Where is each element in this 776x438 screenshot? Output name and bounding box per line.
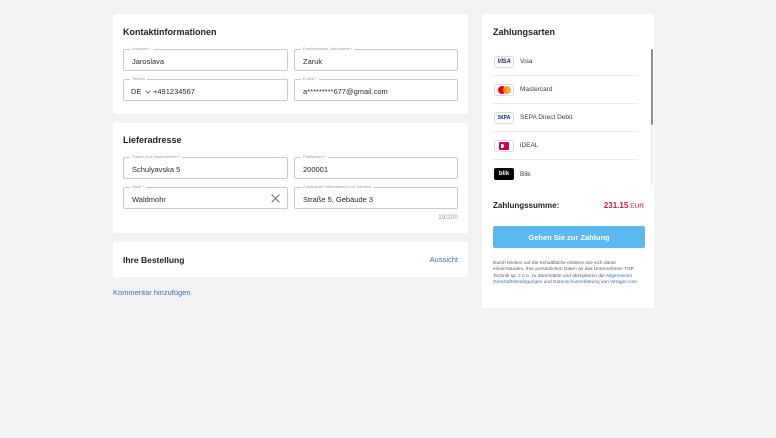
street-field[interactable]: Straße und Hausnummer * Schulyavska 5: [123, 153, 288, 179]
city-field[interactable]: Stadt * Waldmohr: [123, 183, 288, 209]
phone-field[interactable]: Telefon DE +491234567: [123, 75, 288, 101]
first-name-field[interactable]: Vorname * Jaroslava: [123, 45, 288, 71]
add-comment-link[interactable]: Kommentar hinzufügen: [113, 288, 191, 297]
address-card: Lieferadresse Straße und Hausnummer * Sc…: [113, 123, 468, 233]
sepa-icon: S€PA: [494, 111, 514, 124]
street-value[interactable]: Schulyavska 5: [132, 165, 180, 174]
payment-card: Zahlungsarten VISA Visa Mastercard S€PA …: [482, 14, 654, 308]
city-value[interactable]: Waldmohr: [132, 195, 166, 204]
privacy-link[interactable]: Datenschutzerklärung: [553, 280, 600, 285]
char-counter: 19/200: [438, 214, 458, 221]
site-link[interactable]: Vitrager.com: [610, 280, 637, 285]
order-card: Ihre Bestellung Aussicht: [113, 242, 468, 277]
payment-method-blik[interactable]: blik Blik: [492, 160, 638, 188]
payment-method-label: SEPA Direct Debit: [520, 114, 573, 121]
chevron-down-icon: [145, 87, 152, 94]
payment-method-label: iDEAL: [520, 142, 539, 149]
ideal-icon: [494, 139, 514, 152]
payment-method-sepa[interactable]: S€PA SEPA Direct Debit: [492, 104, 638, 132]
city-label: Stadt *: [130, 183, 147, 191]
order-title: Ihre Bestellung: [123, 255, 185, 265]
last-name-label: Familienname, Nachname *: [301, 45, 355, 53]
address-extra-label: Zusätzliche Informationen zur Adresse: [301, 183, 374, 191]
contact-card: Kontaktinformationen Vorname * Jaroslava…: [113, 14, 468, 114]
address-title: Lieferadresse: [123, 135, 182, 145]
phone-value[interactable]: +491234567: [153, 87, 195, 96]
mastercard-icon: [494, 83, 514, 96]
payment-methods-scrollbar[interactable]: [651, 49, 653, 185]
country-code-select[interactable]: DE: [131, 87, 152, 96]
visa-icon: VISA: [494, 55, 514, 68]
payment-method-visa[interactable]: VISA Visa: [492, 48, 638, 76]
email-field[interactable]: E-Mail * a*********677@gmail.com: [294, 75, 458, 101]
total-amount-value: 231.15: [603, 201, 629, 210]
total-amount: 231.15 EUR: [604, 201, 644, 210]
email-value[interactable]: a*********677@gmail.com: [303, 87, 388, 96]
address-extra-field[interactable]: Zusätzliche Informationen zur Adresse St…: [294, 183, 458, 209]
payment-method-mastercard[interactable]: Mastercard: [492, 76, 638, 104]
contact-title: Kontaktinformationen: [123, 27, 217, 37]
first-name-label: Vorname *: [130, 45, 153, 53]
postal-code-label: Postleitzahl *: [301, 153, 329, 161]
payment-method-label: Blik: [520, 170, 531, 178]
postal-code-value[interactable]: 200001: [303, 165, 328, 174]
last-name-field[interactable]: Familienname, Nachname * Zaruk: [294, 45, 458, 71]
payment-title: Zahlungsarten: [493, 27, 556, 37]
proceed-to-payment-button[interactable]: Gehen Sie zur Zahlung: [493, 226, 645, 248]
address-extra-value[interactable]: Straße 5, Gebäude 3: [303, 195, 373, 204]
email-label: E-Mail *: [301, 75, 320, 83]
scrollbar-thumb[interactable]: [651, 49, 653, 125]
last-name-value[interactable]: Zaruk: [303, 57, 322, 66]
order-view-link[interactable]: Aussicht: [430, 255, 458, 264]
clear-icon[interactable]: [270, 193, 281, 204]
payment-method-label: Visa: [520, 58, 533, 65]
country-code-value: DE: [131, 87, 142, 96]
total-label: Zahlungssumme:: [493, 201, 560, 210]
total-currency: EUR: [630, 203, 644, 210]
payment-method-ideal[interactable]: iDEAL: [492, 132, 638, 160]
phone-label: Telefon: [130, 75, 147, 83]
postal-code-field[interactable]: Postleitzahl * 200001: [294, 153, 458, 179]
payment-method-label: Mastercard: [520, 86, 553, 93]
first-name-value[interactable]: Jaroslava: [132, 57, 164, 66]
street-label: Straße und Hausnummer *: [130, 153, 182, 161]
blik-icon: blik: [494, 168, 514, 180]
legal-notice: Durch Klicken auf die Schaltfläche erklä…: [493, 261, 637, 286]
